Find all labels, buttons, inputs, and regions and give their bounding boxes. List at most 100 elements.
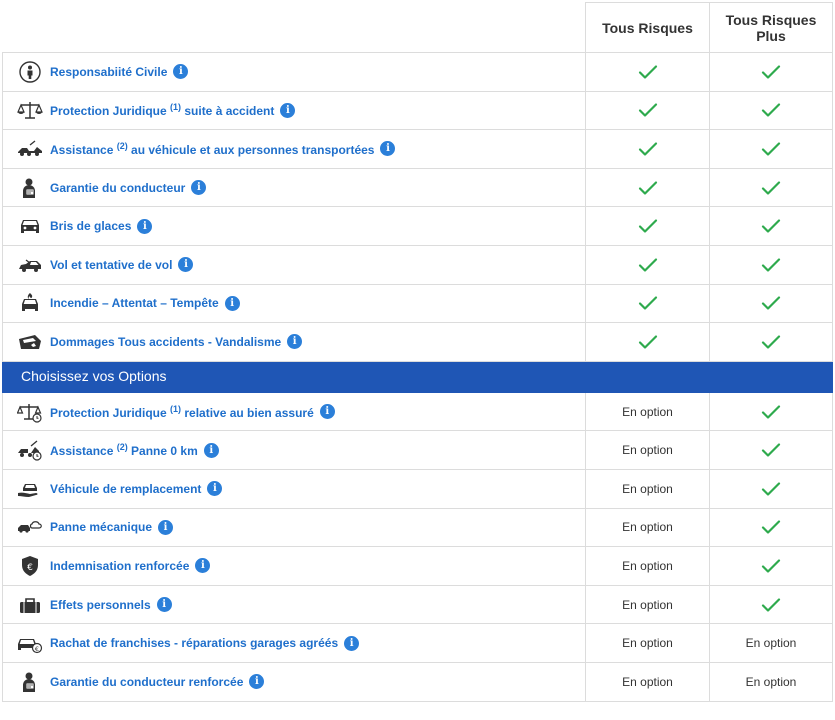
feature-link[interactable]: Incendie – Attentat – Tempête [50,296,219,310]
feature-link[interactable]: Assistance (2) au véhicule et aux person… [50,141,374,157]
car-breakdown-icon [17,516,43,538]
feature-label: Effets personnels [50,597,151,612]
table-row: Garantie du conducteur renforcée i En opti… [2,661,833,702]
tous-risques-cell [585,90,710,131]
tous-risques-cell: En option [585,584,710,625]
feature-link[interactable]: Assistance (2) Panne 0 km [50,442,198,458]
feature-label: Bris de glaces [50,219,132,234]
table-row: Incendie – Attentat – Tempête i [2,283,833,324]
info-icon[interactable]: i [137,218,153,234]
table-row: Dommages Tous accidents - Vandalisme i [2,322,833,362]
feature-link[interactable]: Effets personnels [50,598,151,612]
feature-label: Dommages Tous accidents - Vandalisme [50,334,282,349]
feature-link[interactable]: Panne mécanique [50,520,152,534]
checkmark-icon [586,257,709,273]
table-row: Garantie du conducteur i [2,167,833,208]
checkmark-icon [710,295,832,311]
feature-link[interactable]: Dommages Tous accidents - Vandalisme [50,335,281,349]
feature-label-suffix: Panne 0 km [127,444,198,459]
feature-link[interactable]: Protection Juridique (1) relative au bie… [50,404,314,420]
suitcase-icon [17,594,43,616]
info-icon[interactable]: i [280,102,296,118]
tous-risques-plus-cell [709,167,833,208]
feature-link[interactable]: Rachat de franchises - réparations garag… [50,636,338,650]
table-row: € Rachat de franchises - réparations gara… [2,623,833,663]
tous-risques-plus-cell [709,430,833,470]
checkmark-icon [710,180,832,196]
tous-risques-plus-cell: En option [709,661,833,702]
checkmark-icon [586,334,709,350]
feature-cell: Garantie du conducteur i [2,167,586,208]
tous-risques-plus-cell [709,206,833,246]
svg-text:€: € [27,563,33,573]
info-icon[interactable]: i [195,558,211,574]
feature-cell: Garantie du conducteur renforcée i [2,661,586,702]
feature-link[interactable]: Véhicule de remplacement [50,482,201,496]
tous-risques-cell [585,129,710,169]
table-header-row: Tous Risques Tous Risques Plus [2,2,833,53]
car-front-icon [17,215,43,237]
info-icon[interactable]: i [344,635,360,651]
tous-risques-plus-cell [709,129,833,169]
table-row: Protection Juridique (1) suite à acciden… [2,90,833,131]
info-icon[interactable]: i [173,64,189,80]
feature-label: Incendie – Attentat – Tempête [50,296,219,311]
table-row: Protection Juridique (1) relative au bie… [2,391,833,432]
info-icon[interactable]: i [287,334,303,350]
feature-link[interactable]: Bris de glaces [50,219,131,233]
tous-risques-cell: En option [585,507,710,548]
info-icon[interactable]: i [191,180,207,196]
footnote-ref: (2) [116,140,128,151]
tous-risques-cell: En option [585,468,710,509]
feature-link[interactable]: Garantie du conducteur [50,181,185,195]
feature-link[interactable]: Responsabiité Civile [50,65,167,79]
feature-link[interactable]: Indemnisation renforcée [50,559,189,573]
plan-header-tous-risques: Tous Risques [585,2,710,53]
tous-risques-plus-cell [709,283,833,324]
table-row: Responsabiité Civile i [2,52,833,92]
info-icon[interactable]: i [380,141,396,157]
info-icon[interactable]: i [319,404,335,420]
checkmark-icon [586,102,709,118]
feature-label: Indemnisation renforcée [50,558,190,573]
en-option-text: En option [622,636,673,651]
feature-cell: € Indemnisation renforcée i [2,546,586,586]
info-icon[interactable]: i [207,481,223,497]
checkmark-icon [710,558,832,574]
checkmark-icon [586,295,709,311]
en-option-text: En option [622,443,673,458]
tous-risques-plus-cell: En option [709,623,833,663]
table-row: Effets personnels i En option [2,584,833,625]
info-icon[interactable]: i [158,519,174,535]
header-blank-cell [2,2,586,53]
info-icon[interactable]: i [178,257,194,273]
feature-cell: Assistance (2) Panne 0 km i [2,430,586,470]
footnote-ref: (1) [170,403,182,414]
tous-risques-cell: En option [585,661,710,702]
info-icon[interactable]: i [203,442,219,458]
tous-risques-cell: En option [585,391,710,432]
feature-label: Rachat de franchises - réparations garag… [50,636,339,651]
tous-risques-plus-cell [709,322,833,362]
feature-link[interactable]: Vol et tentative de vol [50,258,172,272]
feature-link[interactable]: Garantie du conducteur renforcée [50,675,243,689]
table-row: € Indemnisation renforcée i En option [2,546,833,586]
feature-link[interactable]: Protection Juridique (1) suite à acciden… [50,102,274,118]
checkmark-icon [586,180,709,196]
scales-clock-icon [17,401,43,423]
footnote-ref: (1) [170,102,182,113]
feature-label-suffix: relative au bien assuré [181,405,314,420]
feature-cell: Panne mécanique i [2,507,586,548]
feature-cell: Vol et tentative de vol i [2,244,586,285]
en-option-text: En option [622,674,673,689]
checkmark-icon [710,218,832,234]
coverage-table: Tous Risques Tous Risques Plus Responsab… [2,2,833,702]
info-icon[interactable]: i [224,295,240,311]
info-icon[interactable]: i [249,674,265,690]
en-option-text: En option [622,481,673,496]
info-icon[interactable]: i [156,597,172,613]
section-cell: Choisissez vos Options [2,360,833,393]
table-row: Assistance (2) Panne 0 km i En option [2,430,833,470]
en-option-text: En option [745,674,797,689]
en-option-text: En option [622,520,673,535]
